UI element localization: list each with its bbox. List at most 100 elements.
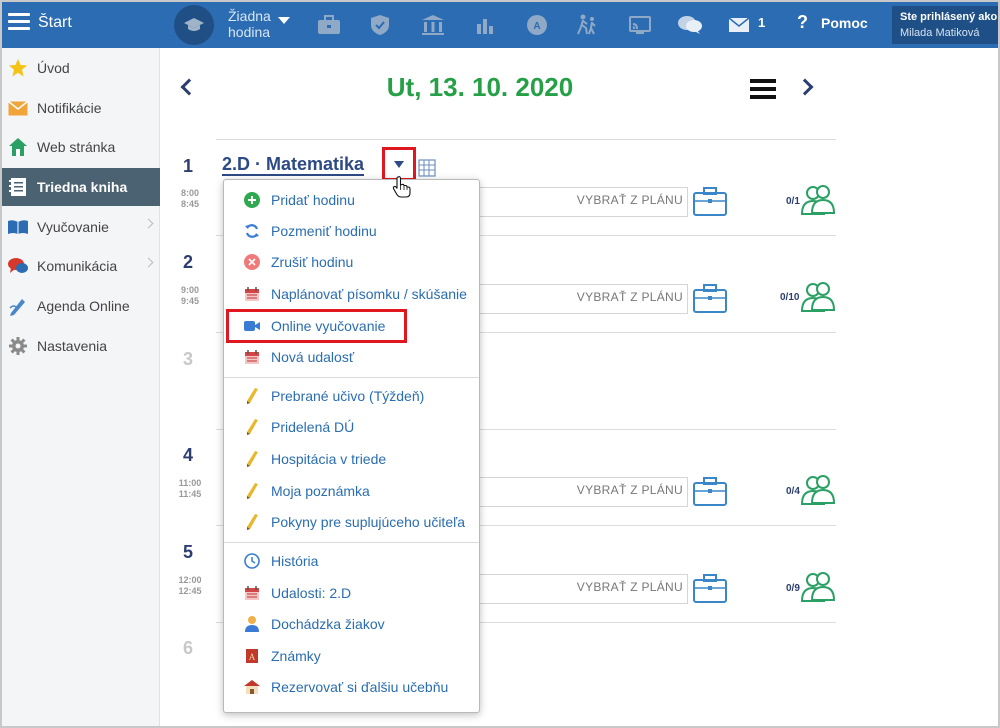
star-icon (7, 57, 29, 79)
students-group-icon[interactable] (800, 184, 836, 216)
sidebar-item-label: Web stránka (37, 139, 116, 155)
sidebar-item-vyucovanie[interactable]: Vyučovanie (2, 208, 160, 246)
sidebar-item-label: Triedna kniha (37, 179, 128, 195)
sidebar-item-label: Agenda Online (37, 298, 130, 314)
menu-item-prebrane-ucivo[interactable]: Prebrané učivo (Týždeň) (224, 381, 479, 411)
graduation-cap-icon[interactable] (174, 5, 214, 45)
pencil-icon (243, 387, 261, 405)
house-icon (7, 136, 29, 158)
menu-item-udalosti[interactable]: Udalosti: 2.D (224, 578, 479, 608)
lesson-divider (216, 139, 836, 140)
caret-down-icon (394, 160, 404, 168)
menu-item-nova-udalost[interactable]: Nová udalosť (224, 342, 479, 372)
bank-building-icon[interactable] (420, 13, 446, 37)
sidebar-item-triedna-kniha[interactable]: Triedna kniha (2, 168, 160, 206)
cast-screen-icon[interactable] (627, 13, 653, 37)
mail-icon[interactable] (726, 13, 752, 37)
book-icon (7, 216, 29, 238)
sidebar-item-agenda-online[interactable]: Agenda Online (2, 287, 160, 325)
lesson-number: 6 (183, 638, 194, 658)
sidebar-item-web-stranka[interactable]: Web stránka (2, 128, 160, 166)
list-menu-icon[interactable] (750, 79, 776, 103)
students-group-icon[interactable] (800, 571, 836, 603)
user-info-box[interactable]: Ste prihlásený ako Milada Matiková (892, 6, 998, 44)
bar-chart-icon[interactable] (472, 13, 498, 37)
menu-separator (224, 542, 479, 543)
caret-down-icon[interactable] (278, 17, 290, 24)
pencil-icon (243, 418, 261, 436)
envelope-icon (7, 97, 29, 119)
menu-item-pridat-hodinu[interactable]: Pridať hodinu (224, 185, 479, 215)
briefcase-icon[interactable] (692, 186, 728, 216)
chat-bubbles-icon[interactable] (677, 13, 703, 37)
briefcase-icon[interactable] (692, 573, 728, 603)
chevron-right-icon (143, 218, 154, 229)
clock-icon (243, 552, 261, 570)
sidebar-item-label: Nastavenia (37, 338, 108, 354)
menu-item-historia[interactable]: História (224, 546, 479, 576)
current-date: Ut, 13. 10. 2020 (386, 72, 574, 102)
students-group-icon[interactable] (800, 474, 836, 506)
menu-item-rezervovat-ucebnu[interactable]: Rezervovať si ďalšiu učebňu (224, 672, 479, 702)
briefcase-icon[interactable] (692, 476, 728, 506)
sidebar-item-label: Vyučovanie (37, 219, 109, 235)
menu-item-dochadzka[interactable]: Dochádzka žiakov (224, 609, 479, 639)
sidebar-item-label: Úvod (37, 60, 70, 76)
help-icon[interactable]: ? (797, 12, 808, 33)
menu-item-hospitacia[interactable]: Hospitácia v triede (224, 444, 479, 474)
menu-item-znamky[interactable]: A Známky (224, 641, 479, 671)
plan-select-field[interactable]: VYBRAŤ Z PLÁNU (472, 284, 688, 314)
walking-people-icon[interactable] (574, 13, 600, 37)
help-link[interactable]: Pomoc (821, 15, 868, 31)
attendance-count: 0/9 (786, 583, 800, 594)
person-icon (243, 615, 261, 633)
top-bar: Štart Žiadna hodina A 1 ? Pomoc Ste prih… (2, 2, 998, 48)
hand-cursor-icon (392, 176, 412, 201)
sidebar-item-notifikacie[interactable]: Notifikácie (2, 89, 160, 127)
menu-separator (224, 377, 479, 378)
lesson-number: 1 (183, 156, 194, 176)
plan-select-field[interactable]: VYBRAŤ Z PLÁNU (472, 187, 688, 217)
attendance-count: 0/10 (780, 292, 800, 303)
sidebar-item-nastavenia[interactable]: Nastavenia (2, 327, 160, 365)
plan-select-field[interactable]: VYBRAŤ Z PLÁNU (472, 477, 688, 507)
menu-item-zrusit-hodinu[interactable]: Zrušiť hodinu (224, 247, 479, 277)
lesson-time: 12:00 12:45 (178, 575, 202, 596)
lesson-title-link[interactable]: 2.D · Matematika (222, 154, 365, 176)
pencil-icon (243, 513, 261, 531)
table-grid-icon[interactable] (418, 159, 436, 180)
pencil-icon (243, 482, 261, 500)
chevron-right-icon (143, 257, 154, 268)
refresh-icon (243, 222, 261, 240)
attendance-count: 0/1 (786, 196, 800, 207)
students-group-icon[interactable] (800, 281, 836, 313)
menu-item-pokyny-suplujuci[interactable]: Pokyny pre suplujúceho učiteľa (224, 507, 479, 537)
briefcase-icon[interactable] (316, 13, 342, 37)
briefcase-icon[interactable] (692, 283, 728, 313)
menu-item-moja-poznamka[interactable]: Moja poznámka (224, 476, 479, 506)
lesson-number: 3 (183, 349, 194, 369)
lesson-number: 4 (183, 445, 194, 465)
sidebar-item-komunikacia[interactable]: Komunikácia (2, 247, 160, 285)
menu-item-pozmenit-hodinu[interactable]: Pozmeniť hodinu (224, 216, 479, 246)
lesson-number: 2 (183, 252, 194, 272)
shield-icon[interactable] (367, 13, 393, 37)
next-day-chevron-icon[interactable] (796, 78, 814, 96)
plan-select-field[interactable]: VYBRAŤ Z PLÁNU (472, 574, 688, 604)
highlight-box (226, 309, 407, 343)
chat-icon (7, 255, 29, 277)
pencil-icon (243, 450, 261, 468)
menu-item-naplanovat-pisomku[interactable]: Naplánovať písomku / skúšanie (224, 279, 479, 309)
grade-badge-icon[interactable]: A (524, 13, 550, 37)
sidebar-item-uvod[interactable]: Úvod (2, 49, 160, 87)
pen-icon (7, 295, 29, 317)
house-icon (243, 678, 261, 696)
current-lesson-selector[interactable]: Žiadna hodina (228, 8, 271, 40)
lesson-number: 5 (183, 542, 194, 562)
svg-text:A: A (533, 21, 540, 32)
lesson-time: 9:00 9:45 (180, 285, 199, 306)
hamburger-menu-icon[interactable] (8, 13, 30, 33)
menu-item-pridelena-du[interactable]: Pridelená DÚ (224, 412, 479, 442)
start-link[interactable]: Štart (38, 14, 72, 32)
previous-day-chevron-icon[interactable] (180, 78, 198, 96)
